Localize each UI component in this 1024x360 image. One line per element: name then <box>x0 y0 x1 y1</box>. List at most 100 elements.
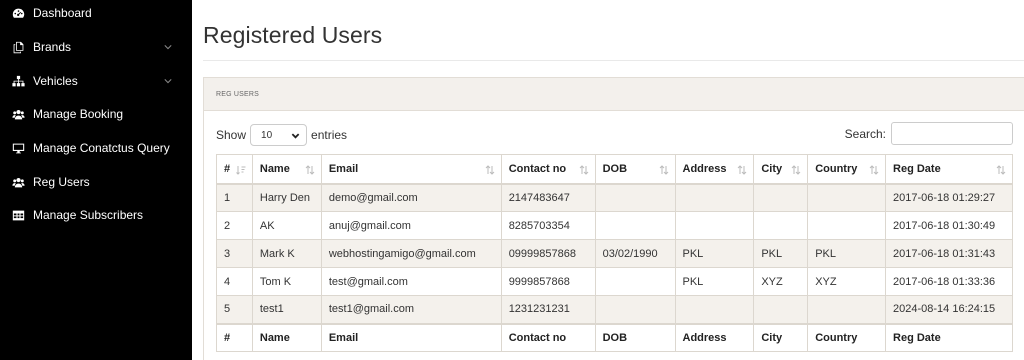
sidebar-item-reg-users[interactable]: Reg Users <box>0 165 192 199</box>
chevron-down-icon <box>164 77 174 85</box>
table-row: 4 Tom K test@gmail.com 9999857868 PKL XY… <box>216 267 1013 296</box>
cell-email: test1@gmail.com <box>320 295 502 324</box>
cell-contact: 09999857868 <box>500 239 596 268</box>
cell-name: Harry Den <box>251 183 322 212</box>
footer-header-name: Name <box>251 322 322 352</box>
column-header-dob[interactable]: DOB <box>594 154 676 185</box>
files-icon <box>11 40 25 54</box>
sort-icon <box>305 165 315 175</box>
search-control: Search: <box>845 122 1013 145</box>
footer-header-dob: DOB <box>594 322 676 352</box>
cell-email: anuj@gmail.com <box>320 211 502 240</box>
sort-ascending-icon <box>236 165 246 175</box>
column-header-contact[interactable]: Contact no <box>500 154 596 185</box>
table-row: 3 Mark K webhostingamigo@gmail.com 09999… <box>216 239 1013 268</box>
column-header-id[interactable]: # <box>216 154 253 185</box>
table-row: 2 AK anuj@gmail.com 8285703354 2017-06-1… <box>216 211 1013 240</box>
cell-dob <box>594 211 676 240</box>
table-icon <box>11 208 25 222</box>
cell-country <box>807 295 887 324</box>
table-footer-row: # Name Email Contact no DOB Address City… <box>216 322 1013 352</box>
sidebar-item-label: Reg Users <box>33 175 90 189</box>
cell-city: XYZ <box>753 267 809 296</box>
cell-reg-date: 2017-06-18 01:31:43 <box>885 239 1013 268</box>
page-title: Registered Users <box>203 22 383 48</box>
sidebar-item-label: Manage Subscribers <box>33 208 144 222</box>
table-row: 5 test1 test1@gmail.com 1231231231 2024-… <box>216 295 1013 324</box>
table-header-row: # Name Email Contact no DOB Address City… <box>216 154 1013 185</box>
column-header-city[interactable]: City <box>753 154 809 185</box>
table-row: 1 Harry Den demo@gmail.com 2147483647 20… <box>216 183 1013 212</box>
sidebar-item-label: Dashboard <box>33 6 92 20</box>
column-header-address[interactable]: Address <box>674 154 755 185</box>
sort-icon <box>485 165 495 175</box>
sidebar-item-label: Manage Conatctus Query <box>33 141 170 155</box>
column-header-email[interactable]: Email <box>320 154 502 185</box>
cell-id: 2 <box>216 211 253 240</box>
cell-reg-date: 2017-06-18 01:33:36 <box>885 267 1013 296</box>
cell-dob <box>594 267 676 296</box>
cell-email: test@gmail.com <box>320 267 502 296</box>
column-header-name[interactable]: Name <box>251 154 322 185</box>
cell-dob <box>594 183 676 212</box>
cell-address <box>674 183 755 212</box>
sidebar-item-manage-subscribers[interactable]: Manage Subscribers <box>0 198 192 232</box>
cell-name: Mark K <box>251 239 322 268</box>
cell-city: PKL <box>753 239 809 268</box>
sidebar-item-dashboard[interactable]: Dashboard <box>0 0 192 30</box>
cell-address <box>674 295 755 324</box>
sidebar-item-manage-contactus-query[interactable]: Manage Conatctus Query <box>0 131 192 165</box>
cell-city <box>753 295 809 324</box>
chevron-down-icon <box>164 43 174 51</box>
sort-icon <box>996 165 1006 175</box>
column-header-country[interactable]: Country <box>807 154 887 185</box>
cell-name: Tom K <box>251 267 322 296</box>
footer-header-reg-date: Reg Date <box>885 322 1013 352</box>
cell-reg-date: 2024-08-14 16:24:15 <box>885 295 1013 324</box>
cell-email: demo@gmail.com <box>320 183 502 212</box>
cell-contact: 1231231231 <box>500 295 596 324</box>
sidebar-item-brands[interactable]: Brands <box>0 30 192 64</box>
footer-header-id: # <box>216 322 253 352</box>
panel-heading: REG USERS <box>204 78 1024 111</box>
sidebar-item-label: Manage Booking <box>33 107 124 121</box>
dashboard-icon <box>11 6 25 20</box>
sort-icon <box>791 165 801 175</box>
sort-icon <box>579 165 589 175</box>
desktop-icon <box>11 141 25 155</box>
sort-icon <box>737 165 747 175</box>
sidebar-item-manage-booking[interactable]: Manage Booking <box>0 97 192 131</box>
cell-contact: 8285703354 <box>500 211 596 240</box>
entries-select-value: 10 <box>261 129 273 141</box>
entries-select[interactable]: 10 <box>250 124 308 146</box>
entries-length-control: Show 10 entries <box>216 124 347 146</box>
sidebar-item-label: Vehicles <box>33 74 78 88</box>
footer-header-contact: Contact no <box>500 322 596 352</box>
cell-id: 1 <box>216 183 253 212</box>
entries-label: entries <box>311 128 348 142</box>
cell-email: webhostingamigo@gmail.com <box>320 239 502 268</box>
cell-name: AK <box>251 211 322 240</box>
cell-city <box>753 211 809 240</box>
reg-users-panel: REG USERS Show 10 entries Search: # Name… <box>203 77 1024 360</box>
cell-dob <box>594 295 676 324</box>
cell-dob: 03/02/1990 <box>594 239 676 268</box>
footer-header-address: Address <box>674 322 755 352</box>
search-label: Search: <box>844 126 886 141</box>
column-header-reg-date[interactable]: Reg Date <box>885 154 1013 185</box>
cell-contact: 2147483647 <box>500 183 596 212</box>
cell-id: 4 <box>216 267 253 296</box>
main-content: Registered Users REG USERS Show 10 entri… <box>192 0 1024 360</box>
cell-contact: 9999857868 <box>500 267 596 296</box>
cell-country: PKL <box>807 239 887 268</box>
cell-id: 5 <box>216 295 253 324</box>
sidebar-item-vehicles[interactable]: Vehicles <box>0 64 192 98</box>
cell-reg-date: 2017-06-18 01:30:49 <box>885 211 1013 240</box>
cell-address <box>674 211 755 240</box>
search-input[interactable] <box>891 122 1013 145</box>
footer-header-email: Email <box>320 322 502 352</box>
cell-country: XYZ <box>807 267 887 296</box>
footer-header-city: City <box>753 322 809 352</box>
footer-header-country: Country <box>807 322 887 352</box>
cell-country <box>807 211 887 240</box>
